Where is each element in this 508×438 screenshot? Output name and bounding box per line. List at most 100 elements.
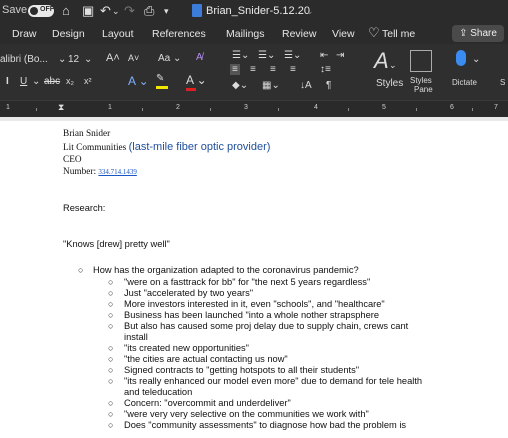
styles-gallery-icon[interactable]: A⌄ — [374, 48, 396, 74]
list-item: Business has been launched "into a whole… — [124, 310, 380, 320]
print-icon[interactable]: ⎙ — [144, 3, 154, 19]
dictate-label: Dictate — [452, 78, 477, 87]
list-bullet: ○ — [108, 398, 114, 408]
decrease-indent-icon[interactable]: ⇤ — [320, 50, 328, 61]
change-case-icon[interactable]: Aa ⌄ — [158, 53, 181, 64]
styles-label: Styles — [376, 78, 404, 89]
tab-review[interactable]: Review — [282, 28, 316, 40]
tab-design[interactable]: Design — [52, 28, 85, 40]
tab-draw[interactable]: Draw — [12, 28, 37, 40]
borders-icon[interactable]: ▦⌄ — [262, 80, 280, 91]
ruler[interactable]: 1 ⧗ 1 2 3 4 5 6 7 — [0, 100, 508, 117]
list-item-continuation: install — [124, 332, 148, 342]
microphone-icon[interactable] — [456, 50, 466, 66]
grow-font-icon[interactable]: A˄ — [106, 52, 120, 64]
autosave-toggle[interactable]: OFF — [28, 5, 54, 17]
customize-toolbar-icon[interactable]: ▾ — [164, 6, 169, 17]
tab-mailings[interactable]: Mailings — [226, 28, 265, 40]
align-center-icon[interactable]: ≡ — [250, 64, 256, 75]
list-item: "its really enhanced our model even more… — [124, 376, 423, 386]
shading-icon[interactable]: ◆⌄ — [232, 80, 248, 91]
list-bullet: ○ — [108, 321, 114, 331]
multilevel-list-icon[interactable]: ☰⌄ — [284, 50, 301, 61]
tab-view[interactable]: View — [332, 28, 355, 40]
strikethrough-icon[interactable]: abc — [44, 76, 60, 87]
research-heading: Research: — [63, 203, 106, 213]
clear-formatting-icon[interactable]: A̸ — [196, 52, 203, 63]
ruler-tick — [472, 108, 473, 111]
list-bullet: ○ — [108, 376, 114, 386]
tab-references[interactable]: References — [152, 28, 206, 40]
shrink-font-icon[interactable]: A˅ — [128, 53, 139, 63]
chevron-down-icon[interactable]: ⌄ — [84, 54, 92, 65]
home-ribbon: alibri (Bo... ⌄ 12 ⌄ A˄ A˅ Aa ⌄ A̸ I U ⌄… — [0, 44, 508, 100]
tab-layout[interactable]: Layout — [102, 28, 134, 40]
page-top-edge — [0, 117, 508, 121]
ruler-mark: 4 — [314, 104, 318, 111]
number-label: Number: — [63, 167, 99, 177]
contact-name: Brian Snider — [63, 129, 111, 139]
share-icon: ⇪ — [459, 28, 471, 39]
company-note: (last-mile fiber optic provider) — [128, 141, 271, 153]
font-size-box[interactable]: 12 — [68, 54, 79, 65]
ruler-tick — [278, 108, 279, 111]
chevron-down-icon[interactable]: ⌄ — [32, 76, 40, 87]
chevron-down-icon[interactable]: ⌄ — [58, 54, 66, 65]
chevron-down-icon[interactable]: ⌄ — [472, 54, 480, 65]
share-label: Share — [470, 28, 497, 39]
font-color-bar — [186, 88, 196, 91]
undo-icon[interactable]: ↶ — [100, 3, 111, 19]
company-name: Lit Communities — [63, 143, 129, 153]
list-bullet: ○ — [108, 299, 114, 309]
document-title: Brian_Snider-5.12.20 — [206, 5, 310, 17]
ruler-tick — [210, 108, 211, 111]
save-icon[interactable]: ▣ — [82, 3, 94, 19]
title-bar: Save OFF ⌂ ▣ ↶ ⌄ ↷ ⎙ ▾ Brian_Snider-5.12… — [0, 0, 508, 22]
styles-pane-icon[interactable] — [410, 50, 432, 72]
share-button[interactable]: ⇪ Share — [452, 25, 504, 42]
overflow-indicator: S — [500, 78, 506, 87]
toggle-knob — [30, 7, 38, 15]
increase-indent-icon[interactable]: ⇥ — [336, 50, 344, 61]
highlight-icon[interactable]: ✎ — [156, 73, 164, 84]
align-left-icon[interactable]: ≡ — [230, 64, 240, 75]
justify-icon[interactable]: ≡ — [290, 64, 296, 75]
ruler-tick — [142, 108, 143, 111]
lightbulb-icon: ♡ — [368, 25, 380, 40]
contact-role: CEO — [63, 155, 82, 165]
home-icon[interactable]: ⌂ — [62, 3, 70, 18]
list-bullet: ○ — [108, 277, 114, 287]
list-item: Just "accelerated by two years" — [124, 288, 254, 298]
list-item: But also has caused some proj delay due … — [124, 321, 409, 331]
list-bullet: ○ — [108, 288, 114, 298]
list-bullet: ○ — [108, 354, 114, 364]
italic-icon[interactable]: I — [6, 76, 9, 87]
numbering-icon[interactable]: ☰⌄ — [258, 50, 275, 61]
ruler-mark: 2 — [176, 104, 180, 111]
list-bullet: ○ — [108, 420, 114, 430]
font-name-box[interactable]: alibri (Bo... — [0, 54, 48, 65]
quote-line: "Knows [drew] pretty well" — [63, 239, 170, 249]
indent-marker-icon[interactable]: ⧗ — [58, 102, 64, 113]
ruler-mark: 3 — [244, 104, 248, 111]
text-effects-icon[interactable]: A ⌄ — [128, 74, 149, 88]
bullets-icon[interactable]: ☰⌄ — [232, 50, 249, 61]
sort-icon[interactable]: ↓A — [300, 80, 312, 91]
list-item: "the cities are actual contacting us now… — [124, 354, 288, 364]
align-right-icon[interactable]: ≡ — [270, 64, 276, 75]
font-color-icon[interactable]: A ⌄ — [186, 73, 207, 87]
subscript-icon[interactable]: x₂ — [66, 76, 74, 86]
superscript-icon[interactable]: x² — [84, 76, 92, 86]
tell-me-search[interactable]: Tell me — [382, 28, 415, 40]
underline-icon[interactable]: U — [20, 76, 27, 87]
pilcrow-icon[interactable]: ¶ — [326, 80, 331, 91]
title-dropdown-icon[interactable]: ⌄ — [306, 6, 314, 17]
line-spacing-icon[interactable]: ↕≡ — [320, 64, 331, 75]
undo-dropdown-icon[interactable]: ⌄ — [112, 6, 120, 17]
word-document-icon — [192, 4, 202, 17]
list-bullet: ○ — [108, 343, 114, 353]
document-page[interactable]: Brian Snider Lit Communities (last-mile … — [0, 117, 508, 438]
phone-link[interactable]: 334.714.1439 — [98, 168, 137, 176]
redo-icon[interactable]: ↷ — [124, 3, 135, 19]
list-item-continuation: and teleducation — [124, 387, 193, 397]
